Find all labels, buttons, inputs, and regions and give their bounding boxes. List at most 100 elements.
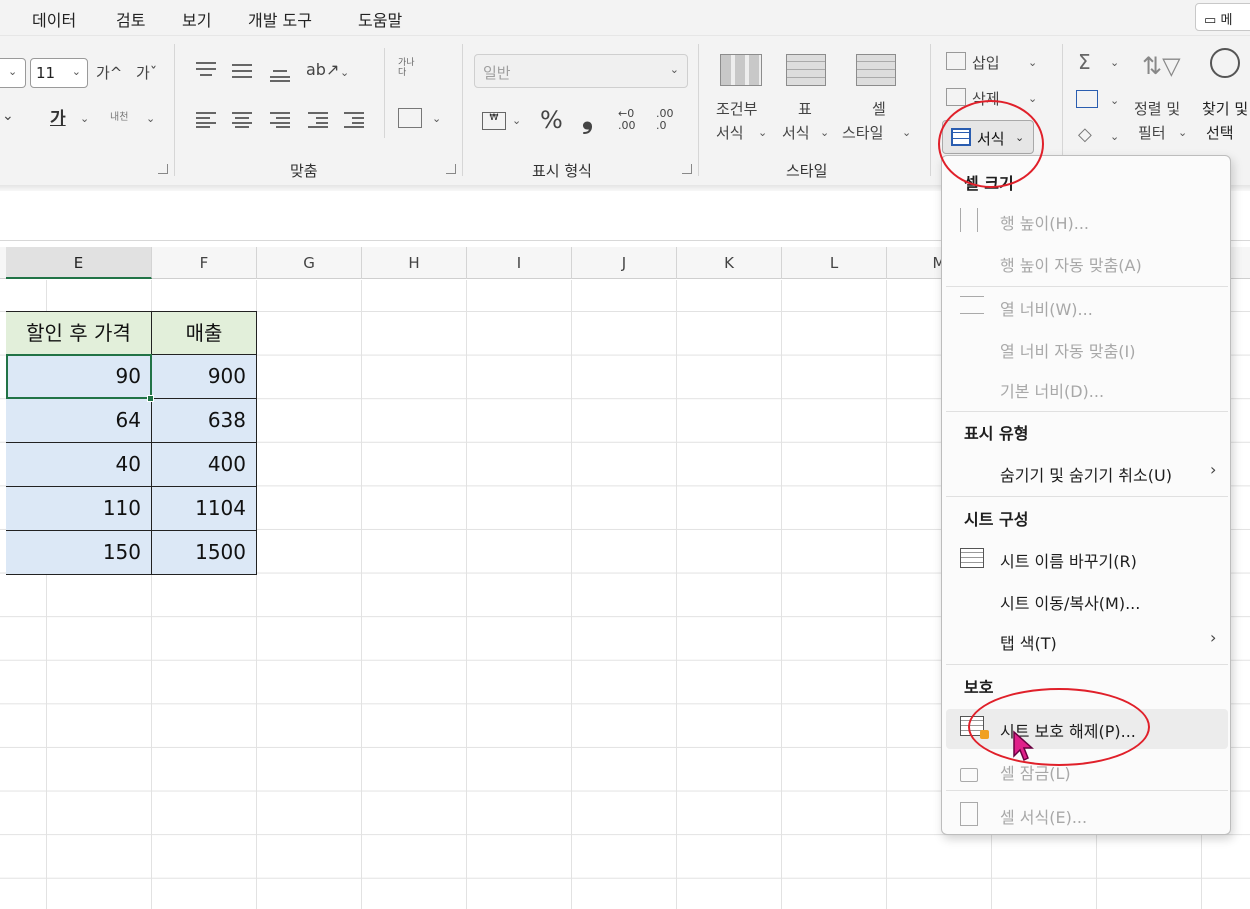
conditional-format-label-2[interactable]: 서식 — [716, 122, 744, 143]
section-organize-sheets: 시트 구성 — [964, 510, 1029, 529]
merge-center-icon[interactable] — [398, 108, 422, 128]
find-select-label-1[interactable]: 찾기 및 — [1202, 98, 1248, 119]
increase-decimal-button[interactable]: ←0.00 — [618, 108, 636, 132]
decrease-indent-icon[interactable] — [308, 112, 328, 128]
chevron-down-icon: ⌄ — [71, 65, 81, 78]
menu-item-column-autofit[interactable]: 열 너비 자동 맞춤(I) — [1000, 338, 1136, 362]
percent-style-button[interactable]: % — [540, 106, 563, 134]
table-cell[interactable]: 638 — [152, 399, 257, 443]
autosum-icon[interactable]: Σ — [1078, 50, 1091, 74]
decrease-font-button[interactable]: 가ˇ — [136, 62, 157, 83]
format-as-table-label-2[interactable]: 서식 — [782, 122, 810, 143]
column-header-f[interactable]: F — [152, 247, 257, 279]
alignment-group-label: 맞춤 — [290, 162, 318, 180]
align-top-icon[interactable] — [196, 62, 216, 76]
menu-item-default-width[interactable]: 기본 너비(D)... — [1000, 378, 1104, 402]
menu-item-move-copy-sheet[interactable]: 시트 이동/복사(M)... — [1000, 590, 1140, 614]
menu-item-row-autofit[interactable]: 행 높이 자동 맞춤(A) — [1000, 252, 1142, 276]
menu-item-column-width[interactable]: 열 너비(W)... — [1000, 296, 1093, 320]
delete-cells-button[interactable]: 삭제 — [972, 88, 1000, 109]
chevron-down-icon: ⌄ — [1028, 56, 1038, 69]
align-center-icon[interactable] — [232, 112, 252, 128]
number-format-combo[interactable]: 일반 ⌄ — [474, 54, 688, 88]
section-protection: 보호 — [964, 678, 994, 697]
fill-handle[interactable] — [147, 395, 154, 402]
increase-decimal-label: .00 — [618, 119, 636, 132]
column-header-h[interactable]: H — [362, 247, 467, 279]
chevron-down-icon: ⌄ — [432, 112, 442, 125]
align-middle-icon[interactable] — [232, 64, 252, 78]
table-cell[interactable]: 64 — [6, 399, 152, 443]
menu-item-hide-unhide[interactable]: 숨기기 및 숨기기 취소(U) — [1000, 462, 1172, 486]
number-group-label: 표시 형식 — [532, 162, 592, 180]
menu-bar: 데이터 검토 보기 개발 도구 도움말 ▭ 메 — [0, 0, 1250, 36]
table-cell[interactable]: 400 — [152, 443, 257, 487]
clear-icon[interactable]: ◇ — [1078, 124, 1092, 145]
insert-cells-button[interactable]: 삽입 — [972, 52, 1000, 73]
unprotect-sheet-icon — [960, 716, 989, 739]
tab-data[interactable]: 데이터 — [32, 7, 76, 31]
menu-item-row-height[interactable]: 행 높이(H)... — [1000, 210, 1089, 234]
submenu-arrow-icon: › — [1210, 460, 1217, 479]
font-size-value: 11 — [36, 64, 56, 82]
tab-view[interactable]: 보기 — [182, 7, 211, 31]
cell-styles-label-1[interactable]: 셀 — [872, 98, 886, 119]
column-header-l[interactable]: L — [782, 247, 887, 279]
align-right-icon[interactable] — [270, 112, 290, 128]
format-cells-dialog-icon — [960, 802, 978, 826]
find-select-label-2[interactable]: 선택 — [1206, 122, 1234, 143]
increase-font-button[interactable]: 가^ — [96, 62, 122, 83]
section-visibility: 표시 유형 — [964, 424, 1029, 443]
table-cell[interactable]: 900 — [152, 355, 257, 399]
comma-style-button[interactable]: ❟ — [582, 102, 593, 136]
font-color-button[interactable]: 가 — [50, 104, 66, 129]
font-launcher-icon[interactable] — [158, 164, 168, 174]
tab-review[interactable]: 검토 — [116, 7, 145, 31]
align-bottom-icon[interactable] — [270, 66, 290, 82]
table-cell[interactable]: 150 — [6, 531, 152, 575]
sort-filter-label-1[interactable]: 정렬 및 — [1134, 98, 1180, 119]
menu-item-tab-color[interactable]: 탭 색(T) — [1000, 630, 1057, 654]
increase-indent-icon[interactable] — [344, 112, 364, 128]
format-as-table-icon — [786, 54, 828, 94]
sort-filter-label-2[interactable]: 필터 — [1138, 122, 1166, 143]
table-cell[interactable]: 40 — [6, 443, 152, 487]
comments-button[interactable]: ▭ 메 — [1195, 3, 1250, 31]
menu-item-format-cells[interactable]: 셀 서식(E)... — [1000, 804, 1087, 828]
chevron-down-icon: ⌄ — [340, 66, 350, 79]
header-sales[interactable]: 매출 — [152, 311, 257, 355]
conditional-format-icon — [720, 54, 762, 94]
tab-help[interactable]: 도움말 — [358, 7, 402, 31]
accounting-format-icon[interactable]: ₩ — [482, 112, 506, 130]
format-as-table-label-1[interactable]: 표 — [798, 98, 812, 119]
tab-developer[interactable]: 개발 도구 — [248, 7, 312, 31]
column-header-k[interactable]: K — [677, 247, 782, 279]
table-cell[interactable]: 1500 — [152, 531, 257, 575]
phonetic-button[interactable]: 내천 — [110, 108, 128, 123]
conditional-format-label-1[interactable]: 조건부 — [716, 98, 757, 119]
wrap-text-button[interactable]: 가나다 — [398, 58, 422, 78]
align-left-icon[interactable] — [196, 112, 216, 128]
fill-color-icon[interactable]: ⌄ — [2, 108, 14, 124]
cell-styles-label-2[interactable]: 스타일 — [842, 122, 883, 143]
font-size-combo[interactable]: 11 ⌄ — [30, 58, 88, 88]
decrease-decimal-button[interactable]: .00.0 — [656, 108, 674, 132]
header-discount-price[interactable]: 할인 후 가격 — [6, 311, 152, 355]
font-name-combo[interactable]: ⌄ — [0, 58, 26, 88]
group-divider — [174, 44, 175, 176]
alignment-launcher-icon[interactable] — [446, 164, 456, 174]
table-cell[interactable]: 1104 — [152, 487, 257, 531]
table-cell[interactable]: 90 — [6, 355, 152, 399]
number-launcher-icon[interactable] — [682, 164, 692, 174]
format-button[interactable]: 서식 ⌄ — [942, 120, 1034, 154]
orientation-icon[interactable]: ab↗ — [306, 60, 339, 79]
fill-icon[interactable] — [1076, 90, 1098, 108]
menu-item-rename-sheet[interactable]: 시트 이름 바꾸기(R) — [1000, 548, 1137, 572]
column-header-e[interactable]: E — [6, 247, 152, 279]
column-header-g[interactable]: G — [257, 247, 362, 279]
column-header-j[interactable]: J — [572, 247, 677, 279]
chevron-down-icon: ⌄ — [1015, 131, 1025, 144]
table-cell[interactable]: 110 — [6, 487, 152, 531]
column-header-i[interactable]: I — [467, 247, 572, 279]
chevron-down-icon: ⌄ — [820, 126, 830, 139]
